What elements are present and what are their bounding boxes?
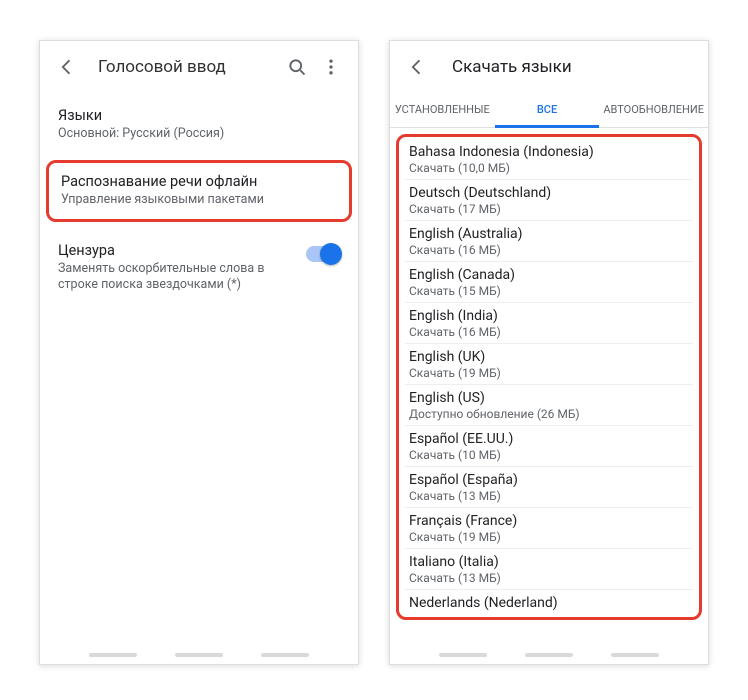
tabs: УСТАНОВЛЕННЫЕ ВСЕ АВТООБНОВЛЕНИЕ	[390, 93, 708, 128]
appbar: Скачать языки	[390, 41, 708, 93]
language-sub: Скачать (13 МБ)	[409, 571, 689, 585]
nav-indicator	[261, 653, 309, 657]
language-item[interactable]: Français (France)Скачать (19 МБ)	[405, 508, 693, 549]
language-sub: Скачать (13 МБ)	[409, 489, 689, 503]
back-icon[interactable]	[50, 50, 84, 84]
nav-bar	[390, 646, 708, 664]
languages-title: Языки	[58, 107, 340, 124]
nav-bar	[40, 646, 358, 664]
language-sub: Скачать (16 МБ)	[409, 325, 689, 339]
language-name: Deutsch (Deutschland)	[409, 185, 689, 201]
download-languages-screen: Скачать языки УСТАНОВЛЕННЫЕ ВСЕ АВТООБНО…	[389, 40, 709, 665]
page-title: Скачать языки	[434, 57, 572, 77]
language-name: Italiano (Italia)	[409, 554, 689, 570]
language-item[interactable]: English (Australia)Скачать (16 МБ)	[405, 221, 693, 262]
back-icon[interactable]	[400, 50, 434, 84]
language-name: English (US)	[409, 390, 689, 406]
censorship-row[interactable]: Цензура Заменять оскорбительные слова в …	[40, 228, 358, 308]
search-icon[interactable]	[280, 50, 314, 84]
language-name: Español (EE.UU.)	[409, 431, 689, 447]
language-sub: Скачать (17 МБ)	[409, 202, 689, 216]
language-item[interactable]: English (US)Доступно обновление (26 МБ)	[405, 385, 693, 426]
nav-indicator	[525, 653, 573, 657]
language-sub: Скачать (19 МБ)	[409, 366, 689, 380]
language-sub: Скачать (15 МБ)	[409, 284, 689, 298]
censor-title: Цензура	[58, 242, 306, 259]
language-sub: Скачать (19 МБ)	[409, 530, 689, 544]
language-item[interactable]: Nederlands (Nederland)	[405, 590, 693, 615]
language-name: English (India)	[409, 308, 689, 324]
offline-recognition-row[interactable]: Распознавание речи офлайн Управление язы…	[46, 160, 352, 221]
nav-indicator	[611, 653, 659, 657]
tab-all[interactable]: ВСЕ	[495, 93, 600, 128]
voice-input-screen: Голосовой ввод Языки Основной: Русский (…	[39, 40, 359, 665]
more-icon[interactable]	[314, 50, 348, 84]
nav-indicator	[89, 653, 137, 657]
language-item[interactable]: Bahasa Indonesia (Indonesia)Скачать (10,…	[405, 139, 693, 180]
language-item[interactable]: Español (EE.UU.)Скачать (10 МБ)	[405, 426, 693, 467]
language-sub: Скачать (10,0 МБ)	[409, 161, 689, 175]
censor-sub: Заменять оскорбительные слова в строке п…	[58, 261, 306, 294]
language-name: Français (France)	[409, 513, 689, 529]
language-item[interactable]: English (Canada)Скачать (15 МБ)	[405, 262, 693, 303]
censor-toggle[interactable]	[306, 246, 340, 262]
language-name: Español (España)	[409, 472, 689, 488]
nav-indicator	[175, 653, 223, 657]
language-sub: Скачать (10 МБ)	[409, 448, 689, 462]
language-list: Bahasa Indonesia (Indonesia)Скачать (10,…	[396, 134, 702, 620]
language-sub: Скачать (16 МБ)	[409, 243, 689, 257]
language-name: Nederlands (Nederland)	[409, 595, 689, 611]
language-name: English (Canada)	[409, 267, 689, 283]
tab-installed[interactable]: УСТАНОВЛЕННЫЕ	[390, 93, 495, 127]
language-item[interactable]: English (UK)Скачать (19 МБ)	[405, 344, 693, 385]
language-item[interactable]: Deutsch (Deutschland)Скачать (17 МБ)	[405, 180, 693, 221]
language-item[interactable]: Español (España)Скачать (13 МБ)	[405, 467, 693, 508]
tab-autoupdate[interactable]: АВТООБНОВЛЕНИЕ	[599, 93, 708, 127]
nav-indicator	[439, 653, 487, 657]
language-item[interactable]: Italiano (Italia)Скачать (13 МБ)	[405, 549, 693, 590]
language-name: English (UK)	[409, 349, 689, 365]
languages-row[interactable]: Языки Основной: Русский (Россия)	[40, 93, 358, 154]
language-sub: Доступно обновление (26 МБ)	[409, 407, 689, 421]
languages-sub: Основной: Русский (Россия)	[58, 126, 340, 142]
language-name: Bahasa Indonesia (Indonesia)	[409, 144, 689, 160]
page-title: Голосовой ввод	[84, 57, 280, 77]
offline-sub: Управление языковыми пакетами	[61, 192, 337, 208]
language-item[interactable]: English (India)Скачать (16 МБ)	[405, 303, 693, 344]
language-name: English (Australia)	[409, 226, 689, 242]
offline-title: Распознавание речи офлайн	[61, 173, 337, 190]
appbar: Голосовой ввод	[40, 41, 358, 93]
